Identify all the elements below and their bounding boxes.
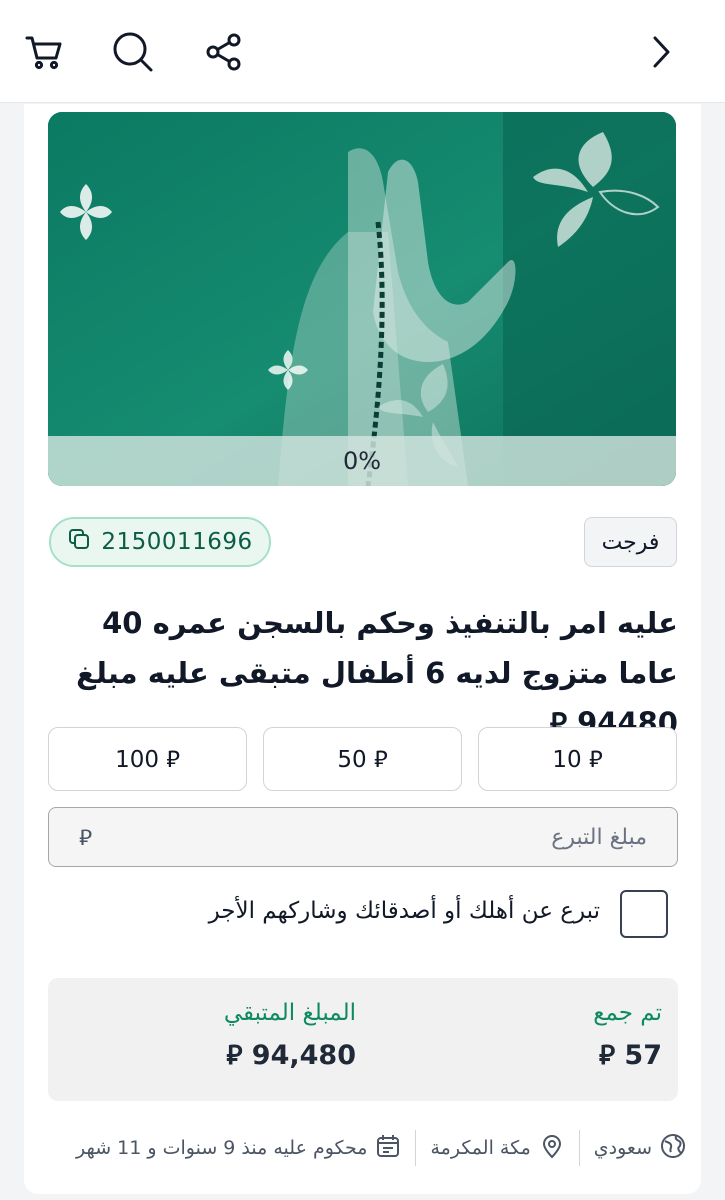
meta-divider (415, 1130, 417, 1166)
donation-amount-input[interactable] (49, 808, 677, 866)
currency-symbol: ⃁ (79, 826, 93, 851)
gift-donation-option[interactable]: تبرع عن أهلك أو أصدقائك وشاركهم الأجر (48, 890, 668, 940)
campaign-code: 2150011696 (101, 529, 253, 555)
remaining-value: 94,480 ⃁ (226, 1040, 356, 1071)
progress-bar: 0% (48, 436, 676, 486)
share-icon[interactable] (202, 30, 246, 74)
campaign-card: 0% 2150011696 فرجت عليه امر بالتنفيذ وحك… (24, 104, 701, 1194)
gift-label: تبرع عن أهلك أو أصدقائك وشاركهم الأجر (208, 898, 600, 924)
cart-icon[interactable] (22, 30, 66, 74)
amount-button-50[interactable]: 50 ⃁ (263, 727, 462, 791)
meta-divider (578, 1130, 580, 1166)
collected-label: تم جمع (593, 1000, 662, 1026)
gift-checkbox[interactable] (620, 890, 668, 938)
sentence-item: محكوم عليه منذ 9 سنوات و 11 شهر (76, 1133, 402, 1164)
collected-value: 57 ⃁ (598, 1040, 662, 1071)
progress-label: 0% (342, 447, 382, 475)
campaign-title: عليه امر بالتنفيذ وحكم بالسجن عمره 40 عا… (76, 606, 678, 740)
donation-stats: تم جمع 57 ⃁ المبلغ المتبقي 94,480 ⃁ (48, 978, 678, 1101)
city-text: مكة المكرمة (430, 1137, 531, 1159)
search-icon[interactable] (111, 30, 155, 74)
calendar-icon (375, 1133, 401, 1164)
campaign-image: 0% (48, 112, 676, 486)
nationality-text: سعودي (593, 1137, 652, 1159)
location-pin-icon (539, 1133, 565, 1164)
donation-amount-field[interactable]: ⃁ (48, 807, 678, 867)
amount-button-100[interactable]: 100 ⃁ (48, 727, 247, 791)
category-badge[interactable]: فرجت (584, 517, 677, 567)
copy-icon (67, 527, 91, 557)
campaign-meta: سعودي مكة المكرمة محكوم عليه منذ 9 سنوات… (48, 1128, 686, 1168)
sentence-text: محكوم عليه منذ 9 سنوات و 11 شهر (75, 1137, 368, 1159)
collected-stat: تم جمع 57 ⃁ (593, 1000, 662, 1072)
top-bar (0, 0, 725, 103)
back-chevron-icon[interactable] (638, 30, 682, 74)
city-item: مكة المكرمة (430, 1133, 564, 1164)
campaign-code-badge[interactable]: 2150011696 (49, 517, 271, 567)
nationality-item: سعودي (594, 1133, 686, 1164)
remaining-stat: المبلغ المتبقي 94,480 ⃁ (224, 1000, 356, 1072)
amount-button-10[interactable]: 10 ⃁ (478, 727, 677, 791)
remaining-label: المبلغ المتبقي (223, 1000, 356, 1026)
globe-icon (660, 1133, 686, 1164)
praying-hands-illustration (48, 112, 676, 486)
